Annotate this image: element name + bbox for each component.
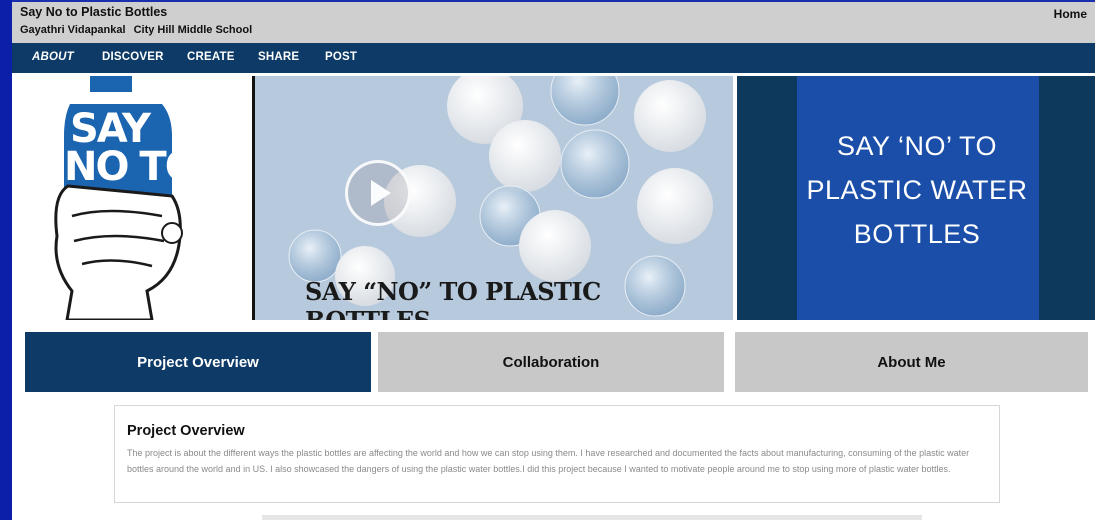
- overview-heading: Project Overview: [127, 423, 245, 439]
- slogan-line-2: PLASTIC WATER: [806, 175, 1028, 205]
- nav-item-discover[interactable]: DISCOVER: [102, 51, 164, 63]
- tab-collaboration[interactable]: Collaboration: [378, 332, 724, 392]
- nav-item-share[interactable]: SHARE: [258, 51, 299, 63]
- byline: Gayathri Vidapankal City Hill Middle Scho…: [20, 24, 260, 36]
- tab-about-me[interactable]: About Me: [735, 332, 1088, 392]
- nav-item-post[interactable]: POST: [325, 51, 357, 63]
- main-nav: ABOUT DISCOVER CREATE SHARE POST: [12, 43, 1095, 73]
- page: Say No to Plastic Bottles Gayathri Vidap…: [12, 0, 1095, 520]
- home-link[interactable]: Home: [1054, 7, 1087, 21]
- divider: [262, 515, 922, 520]
- overview-card: Project Overview The project is about th…: [114, 405, 1000, 503]
- overview-body: The project is about the different ways …: [127, 448, 970, 474]
- nav-item-create[interactable]: CREATE: [187, 51, 235, 63]
- slogan-line-1: SAY ‘NO’ TO: [836, 131, 998, 161]
- bottle-fist-image: SAY NO TO: [12, 76, 250, 320]
- author-name: Gayathri Vidapankal: [20, 24, 126, 36]
- slogan-text: SAY ‘NO’ TO PLASTIC WATER BOTTLES: [789, 124, 1045, 256]
- tab-project-overview[interactable]: Project Overview: [25, 332, 371, 392]
- video-player[interactable]: SAY “NO” TO PLASTIC BOTTLES: [252, 76, 733, 320]
- slogan-line-3: BOTTLES: [853, 219, 981, 249]
- banner: SAY NO TO SAY “NO” TO PLASTIC SAY ‘NO’ T…: [12, 76, 1095, 320]
- bottle-text-no-to: NO TO: [64, 144, 199, 190]
- nav-item-about[interactable]: ABOUT: [32, 51, 74, 63]
- play-icon[interactable]: [345, 160, 411, 226]
- site-title: Say No to Plastic Bottles: [20, 5, 168, 19]
- school-name: City Hill Middle School: [133, 24, 253, 36]
- site-header: Say No to Plastic Bottles Gayathri Vidap…: [12, 0, 1095, 44]
- slogan-image: SAY ‘NO’ TO PLASTIC WATER BOTTLES: [737, 76, 1095, 320]
- video-caption: SAY “NO” TO PLASTIC BOTTLES: [305, 277, 601, 320]
